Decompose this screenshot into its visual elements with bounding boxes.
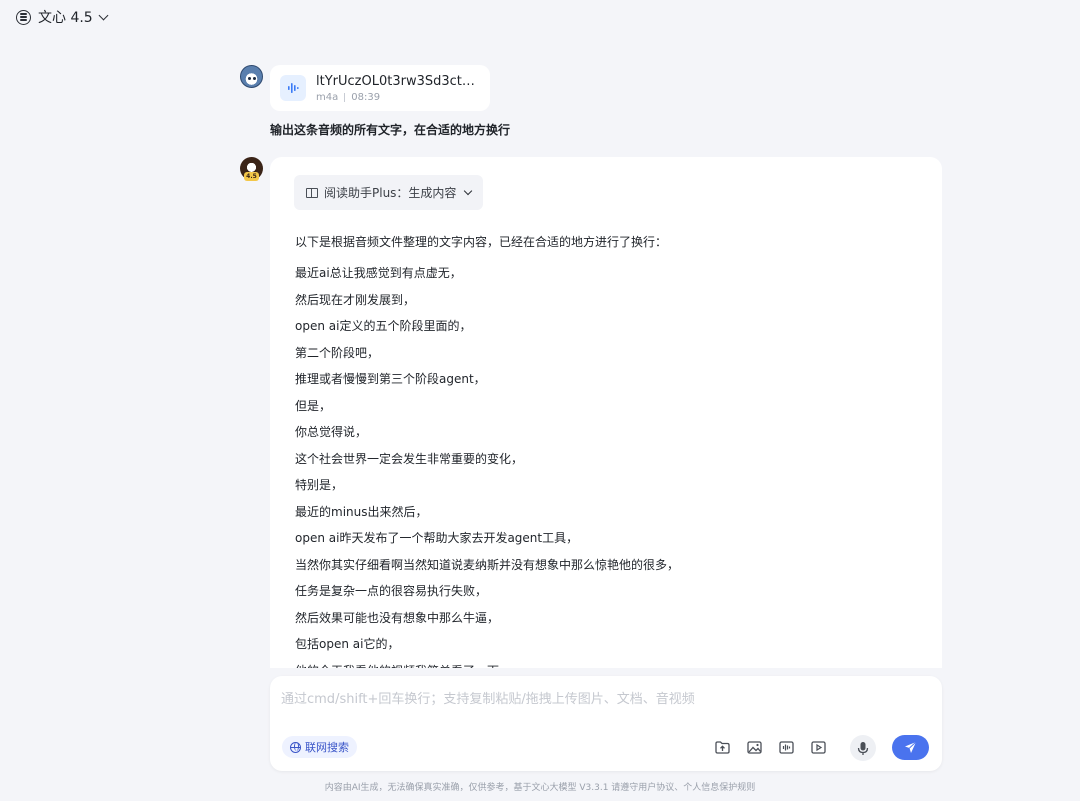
web-search-toggle[interactable]: 联网搜索 xyxy=(282,736,357,758)
model-name: 文心 4.5 xyxy=(38,10,93,26)
plugin-label: 阅读助手Plus：生成内容 xyxy=(324,186,457,200)
transcript-line: 最近的minus出来然后， xyxy=(295,504,428,519)
voice-input-button[interactable] xyxy=(850,735,876,761)
transcript-line: 任务是复杂一点的很容易执行失败， xyxy=(295,584,488,598)
message-composer: 联网搜索 xyxy=(270,676,942,771)
video-play-icon xyxy=(810,740,826,754)
transcript-line: 特别是， xyxy=(295,478,344,492)
attachment-duration: 08:39 xyxy=(351,91,381,103)
send-button[interactable] xyxy=(892,735,929,760)
transcript-line: 最近ai总让我感觉到有点虚无， xyxy=(295,266,462,280)
transcript-line: 包括open ai它的， xyxy=(295,637,400,651)
model-switcher[interactable]: 文心 4.5 xyxy=(16,6,109,28)
bot-avatar: 4.5 xyxy=(240,157,263,181)
attachment-file-name: ltYrUczOL0t3rw3Sd3ctHi... xyxy=(316,73,476,89)
upload-audio-button[interactable] xyxy=(777,738,795,756)
transcript-line: 他的今天我看他的视频我简单看了一下 xyxy=(295,658,679,669)
upload-image-button[interactable] xyxy=(745,738,763,756)
send-paper-plane-icon xyxy=(905,741,917,753)
transcript-line: 然后现在才刚发展到， xyxy=(295,292,416,307)
disclaimer-footer: 内容由AI生成，无法确保真实准确，仅供参考，基于文心大模型 V3.3.1 请遵守… xyxy=(324,783,756,793)
globe-icon xyxy=(290,741,301,753)
message-input[interactable] xyxy=(281,684,921,714)
transcript-lines: 最近ai总让我感觉到有点虚无， 然后现在才刚发展到， open ai定义的五个阶段里… xyxy=(295,260,679,668)
book-icon xyxy=(306,187,318,198)
audio-wave-icon xyxy=(778,740,794,754)
plugin-status-chip[interactable]: 阅读助手Plus：生成内容 xyxy=(294,175,484,210)
attachment-file-type: m4a xyxy=(316,91,339,103)
chevron-down-icon xyxy=(98,10,109,20)
microphone-icon xyxy=(857,741,869,755)
divider xyxy=(344,92,346,102)
transcript-line: open ai昨天发布了一个帮助大家去开发agent工具， xyxy=(295,531,579,545)
transcript-line: 第二个阶段吧， xyxy=(295,345,380,360)
transcript-line: 你总觉得说， xyxy=(295,425,368,439)
bot-answer-card: 阅读助手Plus：生成内容 以下是根据音频文件整理的文字内容，已经在合适的地方进… xyxy=(270,157,942,668)
chevron-down-icon xyxy=(464,186,473,195)
transcript-line: 当然你其实仔细看啊当然知道说麦纳斯并没有想象中那么惊艳他的很多， xyxy=(295,557,680,572)
transcript-line: 推理或者慢慢到第三个阶段agent， xyxy=(295,372,486,386)
transcript-line: 这个社会世界一定会发生非常重要的变化， xyxy=(295,451,524,466)
folder-upload-icon xyxy=(714,740,730,754)
user-avatar xyxy=(240,65,263,88)
web-search-label: 联网搜索 xyxy=(305,741,349,754)
audio-attachment-card[interactable]: ltYrUczOL0t3rw3Sd3ctHi... m4a 08:39 xyxy=(270,65,490,111)
image-icon xyxy=(746,740,762,754)
transcript-line: 但是， xyxy=(295,398,332,413)
upload-file-button[interactable] xyxy=(713,738,731,756)
answer-intro: 以下是根据音频文件整理的文字内容，已经在合适的地方进行了换行： xyxy=(295,235,668,249)
audio-file-icon xyxy=(280,75,306,101)
transcript-line: 然后效果可能也没有想象中那么牛逼， xyxy=(295,610,500,625)
bot-version-badge: 4.5 xyxy=(244,172,259,181)
user-message: 输出这条音频的所有文字，在合适的地方换行 xyxy=(270,123,511,137)
upload-video-button[interactable] xyxy=(809,738,827,756)
wenxin-logo-icon xyxy=(16,9,31,25)
transcript-line: open ai定义的五个阶段里面的， xyxy=(295,319,472,333)
